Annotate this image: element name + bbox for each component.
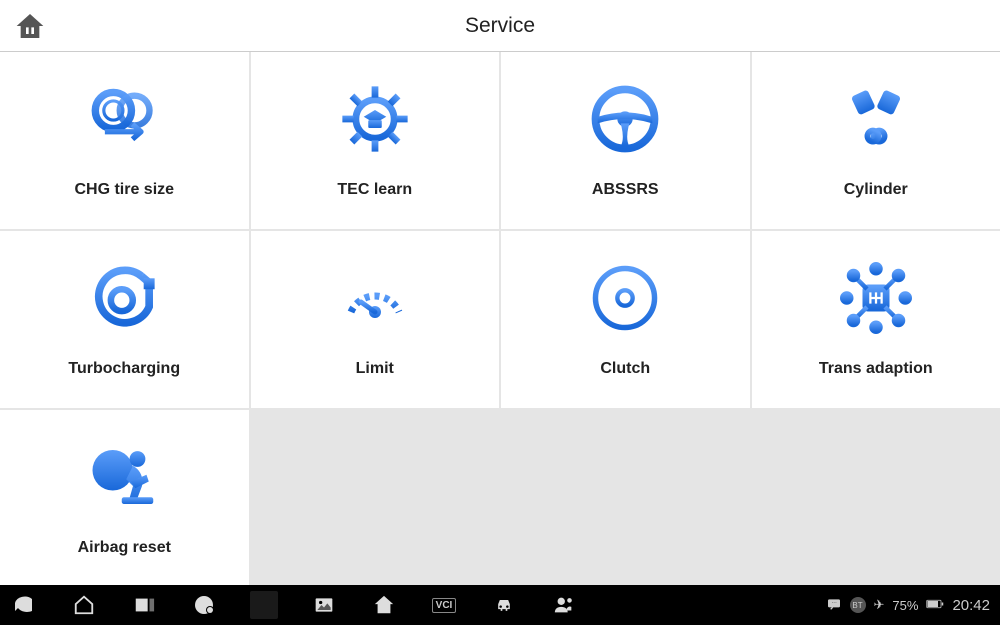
airbag-icon (88, 441, 160, 513)
back-icon[interactable] (10, 591, 38, 619)
car-icon[interactable] (490, 591, 518, 619)
support-icon[interactable] (550, 591, 578, 619)
bottom-nav-bar: VCI ⋯ BT ✈ 75% 20:42 (0, 585, 1000, 625)
tile-cylinder[interactable]: Cylinder (752, 52, 1000, 229)
wifi-percent: 75% (892, 598, 918, 613)
tile-limit[interactable]: Limit (251, 231, 500, 408)
tile-label: Airbag reset (78, 539, 171, 557)
picture-nav-icon[interactable] (310, 591, 338, 619)
empty-tile (501, 410, 750, 587)
home-nav-icon[interactable] (70, 591, 98, 619)
tile-trans-adaption[interactable]: Trans adaption (752, 231, 1000, 408)
turbo-icon (88, 262, 160, 334)
vci-icon[interactable]: VCI (430, 591, 458, 619)
tile-label: Limit (356, 360, 394, 378)
tile-label: CHG tire size (74, 181, 174, 199)
gear-learn-icon (339, 83, 411, 155)
svg-text:⋯: ⋯ (831, 600, 836, 606)
pistons-icon (840, 83, 912, 155)
tile-abssrs[interactable]: ABSSRS (501, 52, 750, 229)
bt-icon: BT (850, 597, 866, 613)
clock-time: 20:42 (952, 597, 990, 614)
header-bar: Service (0, 0, 1000, 52)
tile-tec-learn[interactable]: TEC learn (251, 52, 500, 229)
circle-nav-icon[interactable] (190, 591, 218, 619)
camera-icon[interactable] (250, 591, 278, 619)
tile-clutch[interactable]: Clutch (501, 231, 750, 408)
transmission-icon (840, 262, 912, 334)
tire-size-icon (88, 83, 160, 155)
service-grid: CHG tire size TEC learn (0, 52, 1000, 587)
tile-label: ABSSRS (592, 181, 659, 199)
home-icon[interactable] (14, 10, 46, 42)
tile-label: Trans adaption (819, 360, 933, 378)
home-filled-icon[interactable] (370, 591, 398, 619)
tile-label: TEC learn (337, 181, 412, 199)
message-icon[interactable]: ⋯ (826, 596, 842, 615)
empty-tile (752, 410, 1000, 587)
tile-airbag-reset[interactable]: Airbag reset (0, 410, 249, 587)
tile-chg-tire-size[interactable]: CHG tire size (0, 52, 249, 229)
tile-label: Turbocharging (68, 360, 180, 378)
empty-tile (251, 410, 500, 587)
airplane-icon: ✈ (874, 597, 885, 613)
battery-icon (926, 598, 944, 613)
gauge-icon (339, 262, 411, 334)
page-title: Service (465, 14, 535, 38)
tile-label: Clutch (600, 360, 650, 378)
steering-wheel-icon (589, 83, 661, 155)
tile-turbocharging[interactable]: Turbocharging (0, 231, 249, 408)
recent-apps-icon[interactable] (130, 591, 158, 619)
clutch-icon (589, 262, 661, 334)
tile-label: Cylinder (844, 181, 908, 199)
